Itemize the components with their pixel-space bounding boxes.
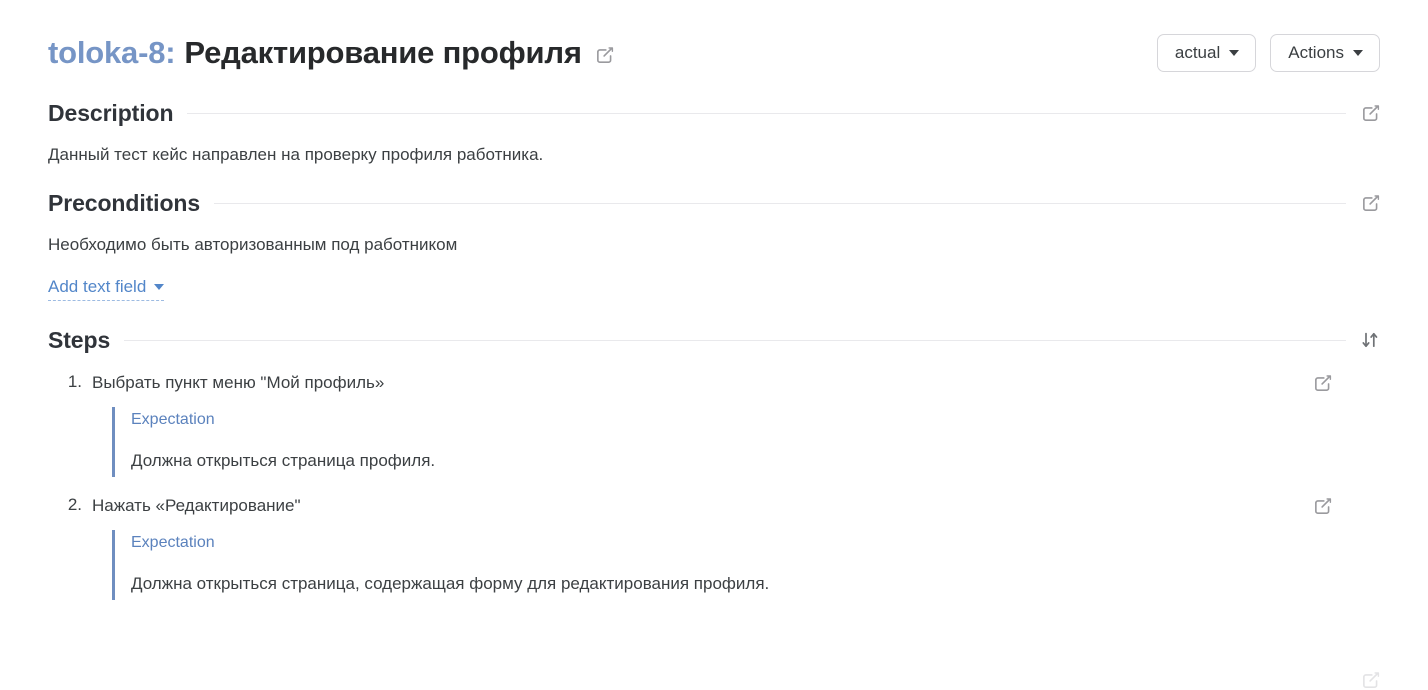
description-heading: Description: [48, 100, 174, 126]
issue-key[interactable]: toloka-8:: [48, 35, 176, 71]
preconditions-text: Необходимо быть авторизованным под работ…: [48, 234, 458, 254]
step-item: 2. Нажать «Редактирование" Expectation Д…: [48, 495, 1380, 601]
chevron-down-icon: [1353, 49, 1363, 56]
step-header: 2. Нажать «Редактирование": [48, 495, 1380, 517]
chevron-down-icon: [1229, 49, 1240, 56]
edit-icon[interactable]: [1360, 104, 1380, 124]
expectation-text: Должна открыться страница, содержащая фо…: [131, 574, 770, 594]
actual-dropdown[interactable]: actual: [1156, 34, 1257, 72]
actual-dropdown-label: actual: [1174, 43, 1221, 62]
steps-list: 1. Выбрать пункт меню "Мой профиль» Expe…: [48, 372, 1380, 601]
actions-dropdown[interactable]: Actions: [1270, 34, 1380, 72]
step-text: Нажать «Редактирование": [92, 495, 301, 515]
header-actions: actual Actions: [1156, 34, 1380, 72]
divider: [187, 113, 1346, 114]
description-section-header: Description: [48, 100, 1380, 127]
add-text-field-label: Add text field: [48, 277, 147, 297]
preconditions-section-header: Preconditions: [48, 190, 1380, 217]
edit-icon[interactable]: [1360, 193, 1380, 213]
preconditions-heading: Preconditions: [48, 189, 201, 216]
step-text: Выбрать пункт меню "Мой профиль»: [92, 372, 385, 392]
divider: [214, 202, 1346, 204]
edit-icon[interactable]: [595, 45, 615, 65]
expectation-label: Expectation: [131, 534, 215, 552]
page-header: toloka-8: Редактирование профиля actual …: [48, 0, 1380, 78]
chevron-down-icon: [154, 284, 165, 291]
steps-section-header: Steps: [48, 327, 1380, 354]
step-number: 2.: [67, 494, 82, 514]
page-title: toloka-8: Редактирование профиля: [48, 35, 615, 71]
expectation-label: Expectation: [131, 410, 215, 428]
edit-icon[interactable]: [1361, 671, 1380, 690]
edit-icon[interactable]: [1312, 497, 1332, 517]
step-item: 1. Выбрать пункт меню "Мой профиль» Expe…: [48, 372, 1380, 477]
description-text: Данный тест кейс направлен на проверку п…: [48, 145, 544, 164]
expectation-block: Expectation Должна открыться страница, с…: [112, 530, 1380, 601]
sort-arrows-icon[interactable]: [1360, 330, 1380, 350]
step-header: 1. Выбрать пункт меню "Мой профиль»: [48, 372, 1380, 394]
expectation-text: Должна открыться страница профиля.: [131, 451, 436, 471]
steps-heading: Steps: [48, 326, 111, 353]
expectation-block: Expectation Должна открыться страница пр…: [112, 406, 1380, 477]
step-number: 1.: [67, 371, 82, 391]
add-text-field-link[interactable]: Add text field: [48, 277, 165, 301]
edit-icon[interactable]: [1312, 374, 1332, 394]
test-case-page: toloka-8: Редактирование профиля actual …: [0, 0, 1428, 688]
divider: [124, 339, 1346, 341]
actions-dropdown-label: Actions: [1288, 43, 1344, 62]
issue-title: Редактирование профиля: [184, 35, 582, 70]
